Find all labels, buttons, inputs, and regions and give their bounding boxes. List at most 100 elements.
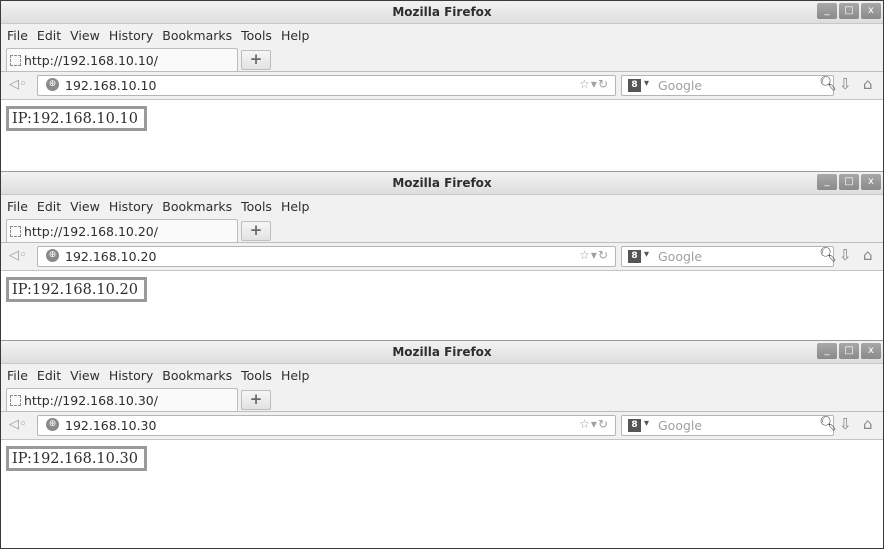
tab-active[interactable]: http://192.168.10.30/ (6, 388, 238, 411)
tab-strip: http://192.168.10.30/ + (1, 386, 883, 412)
home-icon[interactable]: ⌂ (863, 246, 873, 264)
menu-history[interactable]: History (109, 28, 153, 43)
url-bar-icons: ☆▾↻ (579, 417, 609, 431)
menu-help[interactable]: Help (281, 199, 310, 214)
screen: Mozilla Firefox _ □ x File Edit View His… (0, 0, 884, 549)
dropmarker-icon[interactable]: ▾ (591, 77, 598, 91)
globe-icon: ⊕ (46, 249, 59, 262)
firefox-window-1: Mozilla Firefox _ □ x File Edit View His… (1, 1, 883, 171)
new-tab-button[interactable]: + (241, 50, 271, 70)
star-icon[interactable]: ☆ (579, 248, 591, 262)
menu-file[interactable]: File (7, 28, 28, 43)
back-icon[interactable]: ◁◦ (9, 77, 27, 92)
menu-help[interactable]: Help (281, 368, 310, 383)
search-engine-icon[interactable]: 8 (628, 79, 641, 92)
menu-view[interactable]: View (70, 199, 100, 214)
home-icon[interactable]: ⌂ (863, 415, 873, 433)
minimize-icon[interactable]: _ (817, 3, 837, 19)
back-icon[interactable]: ◁◦ (9, 248, 27, 263)
search-engine-icon[interactable]: 8 (628, 419, 641, 432)
chevron-down-icon[interactable]: ▾ (644, 249, 649, 260)
maximize-icon[interactable]: □ (839, 343, 859, 359)
search-engine-icon[interactable]: 8 (628, 250, 641, 263)
back-icon[interactable]: ◁◦ (9, 417, 27, 432)
url-bar[interactable]: ⊕ 192.168.10.10 ☆▾↻ (37, 75, 616, 96)
page-favicon-icon (10, 225, 21, 237)
search-icon[interactable]: 🔍︎ (819, 247, 837, 263)
chevron-down-icon[interactable]: ▾ (644, 78, 649, 89)
search-bar[interactable]: 8 ▾ Google 🔍︎ (621, 75, 837, 96)
star-icon[interactable]: ☆ (579, 77, 591, 91)
minimize-icon[interactable]: _ (817, 343, 837, 359)
menu-bookmarks[interactable]: Bookmarks (162, 368, 232, 383)
window-title: Mozilla Firefox (392, 176, 492, 190)
url-bar[interactable]: ⊕ 192.168.10.20 ☆▾↻ (37, 246, 616, 267)
globe-icon: ⊕ (46, 418, 59, 431)
tab-strip: http://192.168.10.10/ + (1, 46, 883, 72)
search-icon[interactable]: 🔍︎ (819, 76, 837, 92)
menu-file[interactable]: File (7, 199, 28, 214)
tab-label: http://192.168.10.30/ (24, 392, 158, 408)
tab-active[interactable]: http://192.168.10.20/ (6, 219, 238, 242)
new-tab-button[interactable]: + (241, 390, 271, 410)
minimize-icon[interactable]: _ (817, 174, 837, 190)
menu-bar: File Edit View History Bookmarks Tools H… (1, 195, 883, 217)
page-favicon-icon (10, 54, 21, 66)
chevron-down-icon[interactable]: ▾ (644, 418, 649, 429)
close-icon[interactable]: x (861, 174, 881, 190)
home-icon[interactable]: ⌂ (863, 75, 873, 93)
star-icon[interactable]: ☆ (579, 417, 591, 431)
menu-bookmarks[interactable]: Bookmarks (162, 28, 232, 43)
reload-icon[interactable]: ↻ (598, 77, 609, 91)
firefox-window-2: Mozilla Firefox _ □ x File Edit View His… (1, 171, 883, 340)
search-placeholder: Google (658, 418, 703, 433)
search-bar[interactable]: 8 ▾ Google 🔍︎ (621, 246, 837, 267)
search-icon[interactable]: 🔍︎ (819, 416, 837, 432)
window-controls: _ □ x (817, 3, 881, 19)
menu-view[interactable]: View (70, 368, 100, 383)
menu-edit[interactable]: Edit (37, 28, 61, 43)
tab-active[interactable]: http://192.168.10.10/ (6, 48, 238, 71)
tab-label: http://192.168.10.10/ (24, 52, 158, 68)
menu-tools[interactable]: Tools (241, 28, 272, 43)
url-text: 192.168.10.30 (65, 418, 157, 433)
menu-tools[interactable]: Tools (241, 199, 272, 214)
window-title: Mozilla Firefox (392, 345, 492, 359)
close-icon[interactable]: x (861, 3, 881, 19)
menu-view[interactable]: View (70, 28, 100, 43)
menu-edit[interactable]: Edit (37, 199, 61, 214)
dropmarker-icon[interactable]: ▾ (591, 248, 598, 262)
title-bar[interactable]: Mozilla Firefox _ □ x (1, 1, 883, 24)
navigation-bar: ◁◦ ⊕ 192.168.10.30 ☆▾↻ 8 ▾ Google 🔍︎ ⇩ ⌂ (1, 412, 883, 440)
menu-bar: File Edit View History Bookmarks Tools H… (1, 364, 883, 386)
dropmarker-icon[interactable]: ▾ (591, 417, 598, 431)
reload-icon[interactable]: ↻ (598, 248, 609, 262)
menu-history[interactable]: History (109, 368, 153, 383)
maximize-icon[interactable]: □ (839, 3, 859, 19)
menu-history[interactable]: History (109, 199, 153, 214)
title-bar[interactable]: Mozilla Firefox _ □ x (1, 171, 883, 195)
download-icon[interactable]: ⇩ (839, 415, 852, 433)
reload-icon[interactable]: ↻ (598, 417, 609, 431)
new-tab-button[interactable]: + (241, 221, 271, 241)
window-controls: _ □ x (817, 343, 881, 359)
title-bar[interactable]: Mozilla Firefox _ □ x (1, 340, 883, 364)
search-bar[interactable]: 8 ▾ Google 🔍︎ (621, 415, 837, 436)
ip-text: IP:192.168.10.30 (6, 446, 147, 471)
download-icon[interactable]: ⇩ (839, 246, 852, 264)
firefox-window-3: Mozilla Firefox _ □ x File Edit View His… (1, 340, 883, 548)
search-placeholder: Google (658, 249, 703, 264)
menu-help[interactable]: Help (281, 28, 310, 43)
tab-strip: http://192.168.10.20/ + (1, 217, 883, 243)
menu-bookmarks[interactable]: Bookmarks (162, 199, 232, 214)
navigation-bar: ◁◦ ⊕ 192.168.10.20 ☆▾↻ 8 ▾ Google 🔍︎ ⇩ ⌂ (1, 243, 883, 271)
menu-edit[interactable]: Edit (37, 368, 61, 383)
globe-icon: ⊕ (46, 78, 59, 91)
download-icon[interactable]: ⇩ (839, 75, 852, 93)
menu-tools[interactable]: Tools (241, 368, 272, 383)
menu-file[interactable]: File (7, 368, 28, 383)
close-icon[interactable]: x (861, 343, 881, 359)
url-bar[interactable]: ⊕ 192.168.10.30 ☆▾↻ (37, 415, 616, 436)
search-placeholder: Google (658, 78, 703, 93)
maximize-icon[interactable]: □ (839, 174, 859, 190)
